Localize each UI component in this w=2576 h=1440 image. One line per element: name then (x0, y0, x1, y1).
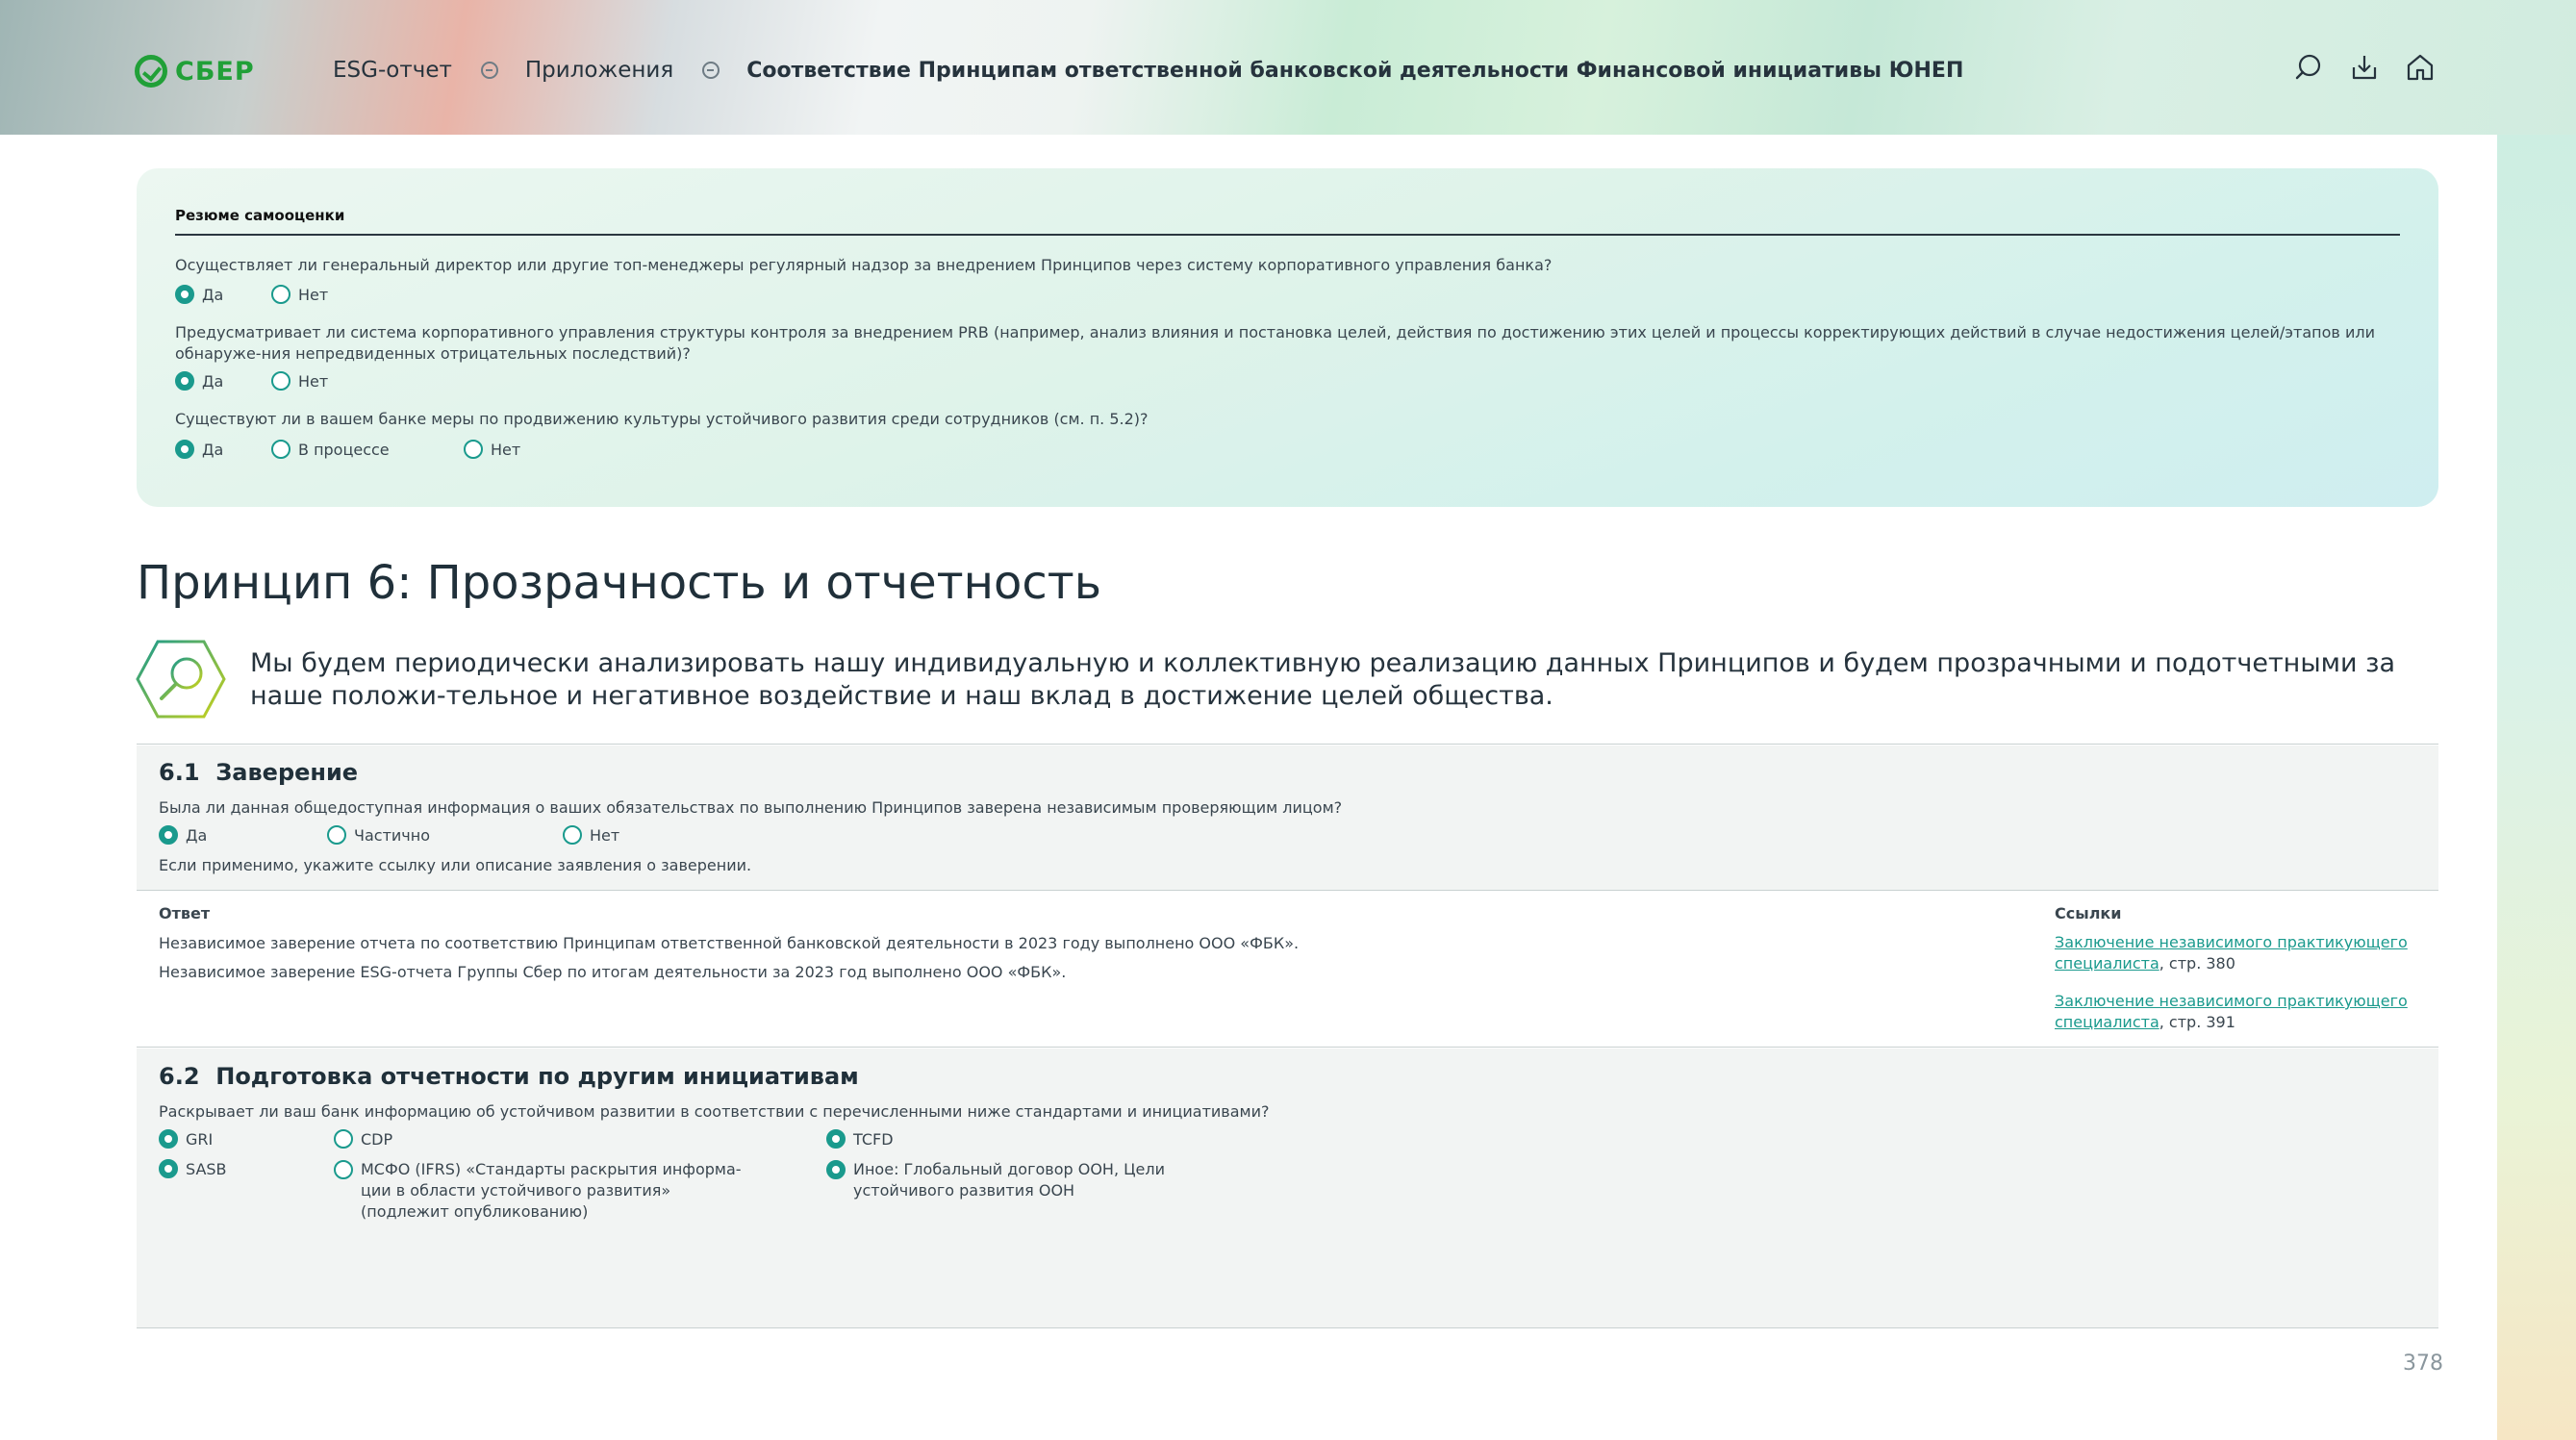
section-6-1-title: 6.1 Заверение (159, 759, 359, 786)
radio-empty-icon (334, 1129, 353, 1149)
search-icon[interactable] (2293, 52, 2324, 83)
summary-question-2: Предусматривает ли система корпоративног… (175, 323, 2375, 363)
radio-option[interactable]: Нет (464, 440, 520, 459)
radio-option[interactable]: Да (175, 371, 271, 391)
summary-question-3: Существуют ли в вашем банке меры по прод… (175, 410, 1149, 428)
radio-option[interactable]: Да (175, 285, 271, 304)
radio-option[interactable]: Да (159, 825, 327, 845)
radio-option[interactable]: Нет (271, 285, 328, 304)
section-6-1-note: Если применимо, укажите ссылку или описа… (159, 856, 752, 874)
answer-label: Ответ (159, 904, 211, 922)
download-icon[interactable] (2349, 52, 2380, 83)
divider (137, 1327, 2438, 1328)
summary-question-1: Осуществляет ли генеральный директор или… (175, 256, 1553, 274)
principle-title: Принцип 6: Прозрачность и отчетность (137, 556, 1101, 610)
breadcrumb-esg[interactable]: ESG-отчет (333, 58, 452, 83)
self-assessment-summary: Резюме самооценки Осуществляет ли генера… (137, 168, 2438, 507)
radio-option[interactable]: Нет (563, 825, 619, 845)
page-number: 378 (2403, 1352, 2443, 1376)
section-6-2-question: Раскрывает ли ваш банк информацию об уст… (159, 1102, 1270, 1121)
standard-option-tcfd[interactable]: TCFD (826, 1129, 894, 1149)
answer-text-1: Независимое заверение отчета по соответс… (159, 934, 1300, 952)
radio-empty-icon (271, 371, 290, 391)
reference-link-1: Заключение независимого практикующего сп… (2055, 933, 2408, 973)
radio-selected-icon (159, 1129, 178, 1149)
summary-options-1: Да Нет (175, 285, 328, 304)
radio-selected-icon (826, 1160, 846, 1179)
answer-text-2: Независимое заверение ESG-отчета Группы … (159, 963, 1067, 981)
section-6-2-title: 6.2 Подготовка отчетности по другим иниц… (159, 1063, 859, 1090)
magnifier-hexagon-icon (136, 640, 226, 719)
standard-option-sasb[interactable]: SASB (159, 1159, 227, 1178)
arrow-right-icon (702, 62, 720, 79)
radio-option[interactable]: Частично (327, 825, 563, 845)
standard-option-ifrs[interactable]: МСФО (IFRS) «Стандарты раскрытия информа… (334, 1159, 762, 1223)
sber-logo-icon (135, 55, 167, 88)
breadcrumb-current: Соответствие Принципам ответственной бан… (746, 58, 1964, 83)
section-6-1-question: Была ли данная общедоступная информация … (159, 798, 1343, 817)
breadcrumb-appendices[interactable]: Приложения (525, 58, 673, 83)
sber-logo[interactable]: СБЕР (135, 54, 255, 88)
divider (137, 890, 2438, 891)
summary-title: Резюме самооценки (175, 207, 345, 224)
standard-option-other[interactable]: Иное: Глобальный договор ООН, Цели устой… (826, 1159, 1192, 1201)
principle-text: Мы будем периодически анализировать нашу… (250, 648, 2396, 711)
radio-empty-icon (464, 440, 483, 459)
standard-option-gri[interactable]: GRI (159, 1129, 213, 1149)
brand-name: СБЕР (175, 56, 255, 87)
reference-link-2: Заключение независимого практикующего сп… (2055, 992, 2408, 1031)
radio-empty-icon (563, 825, 582, 845)
breadcrumb: ESG-отчет Приложения Соответствие Принци… (333, 58, 1963, 83)
divider (175, 234, 2400, 236)
standard-option-cdp[interactable]: CDP (334, 1129, 392, 1149)
links-label: Ссылки (2055, 904, 2122, 922)
radio-selected-icon (159, 1159, 178, 1178)
radio-option[interactable]: Да (175, 440, 271, 459)
radio-selected-icon (175, 371, 194, 391)
radio-option[interactable]: Нет (271, 371, 328, 391)
radio-empty-icon (271, 440, 290, 459)
decor-strip (2497, 135, 2576, 1440)
radio-selected-icon (175, 285, 194, 304)
radio-option[interactable]: В процессе (271, 440, 464, 459)
section-6-1-options: Да Частично Нет (159, 825, 619, 845)
divider (137, 1047, 2438, 1048)
radio-selected-icon (826, 1129, 846, 1149)
home-icon[interactable] (2405, 52, 2436, 83)
radio-selected-icon (159, 825, 178, 845)
summary-options-2: Да Нет (175, 371, 328, 391)
summary-options-3: Да В процессе Нет (175, 440, 520, 459)
radio-selected-icon (175, 440, 194, 459)
radio-empty-icon (334, 1160, 353, 1179)
divider (137, 744, 2438, 745)
arrow-right-icon (480, 62, 498, 79)
header-toolbar (2293, 52, 2436, 83)
radio-empty-icon (327, 825, 346, 845)
radio-empty-icon (271, 285, 290, 304)
